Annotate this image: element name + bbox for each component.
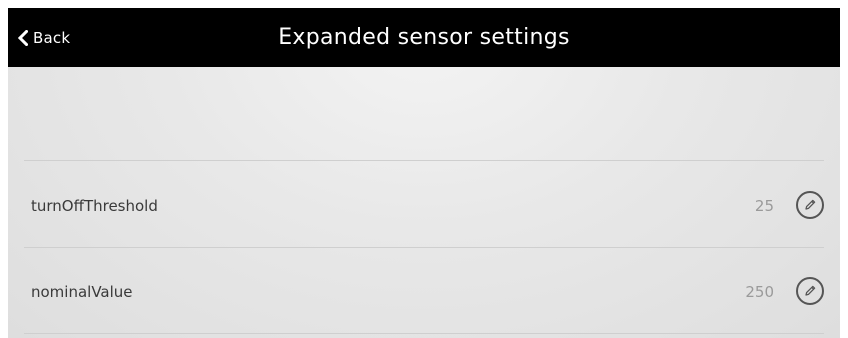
pencil-icon [805, 199, 816, 210]
divider [24, 160, 824, 161]
setting-row-turnoffthreshold: turnOffThreshold 25 [24, 164, 824, 248]
chevron-left-icon [18, 29, 28, 46]
setting-value: 25 [754, 197, 774, 215]
setting-value: 250 [745, 283, 774, 301]
edit-button[interactable] [796, 191, 824, 219]
setting-label: nominalValue [31, 283, 133, 301]
pencil-icon [805, 285, 816, 296]
back-button[interactable]: Back [18, 8, 70, 67]
divider [24, 247, 824, 248]
header-bar: Back Expanded sensor settings [8, 8, 840, 67]
divider [24, 333, 824, 334]
setting-row-nominalvalue: nominalValue 250 [24, 250, 824, 334]
back-label: Back [33, 28, 71, 47]
settings-screen: Back Expanded sensor settings turnOffThr… [8, 8, 840, 338]
page-title: Expanded sensor settings [278, 25, 570, 50]
setting-label: turnOffThreshold [31, 197, 158, 215]
edit-button[interactable] [796, 277, 824, 305]
